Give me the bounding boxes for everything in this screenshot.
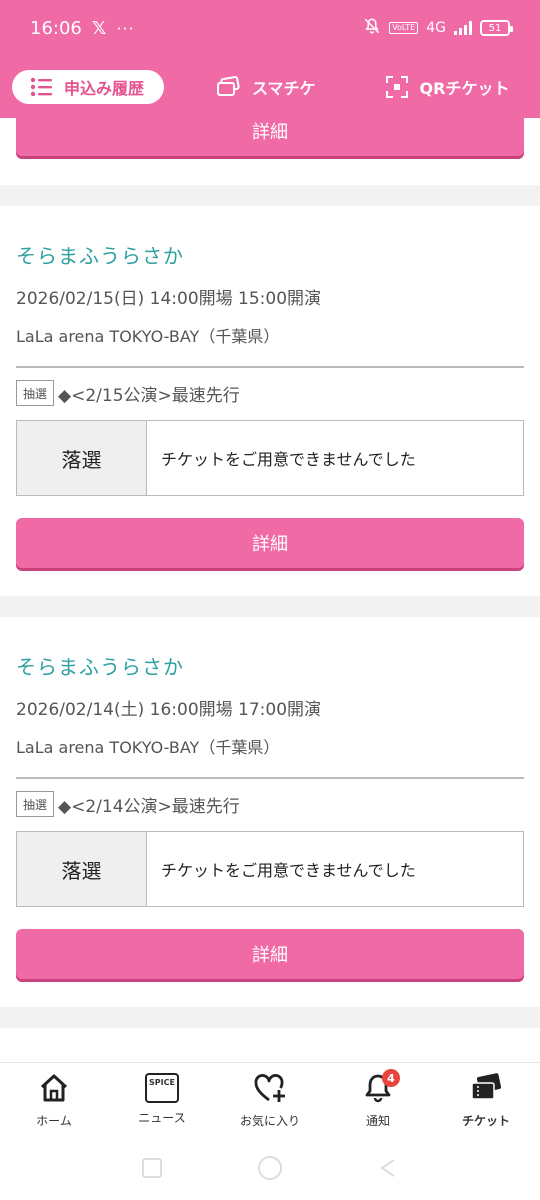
status-time: 16:06 [30,17,82,39]
lottery-name: ◆<2/14公演>最速先行 [58,796,240,817]
tab-label: 申込み履歴 [64,79,145,98]
detail-button[interactable]: 詳細 [16,929,524,979]
nav-tickets[interactable]: チケット [432,1063,540,1144]
lottery-row: 抽選 ◆<2/15公演>最速先行 [16,380,240,406]
nav-label: ホーム [36,1114,72,1128]
battery-level: 51 [488,22,502,34]
more-notifications-icon: ··· [116,18,135,38]
event-venue: LaLa arena TOKYO-BAY（千葉県） [16,738,280,757]
result-message: チケットをご用意できませんでした [161,861,416,880]
nav-label: チケット [461,1114,510,1128]
tab-qr-ticket[interactable]: QRチケット [385,70,510,104]
result-box: 落選 チケットをご用意できませんでした [16,831,524,907]
event-datetime: 2026/02/15(日) 14:00開場 15:00開演 [16,289,322,309]
application-card-partial [0,1028,540,1062]
list-icon [30,77,52,97]
volte-icon: VoLTE [389,22,419,34]
home-system-icon[interactable] [258,1156,282,1180]
recent-apps-icon[interactable] [142,1158,162,1178]
tickets-icon [469,1073,503,1106]
ticket-stack-icon [216,76,240,98]
tab-label: QRチケット [419,79,510,98]
event-venue: LaLa arena TOKYO-BAY（千葉県） [16,327,280,346]
signal-icon [454,21,472,35]
tab-smart-ticket[interactable]: スマチケ [216,70,316,104]
divider [16,366,524,368]
bottom-nav: ホーム SPICE ニュース お気に入り 4 通知 チケット [0,1062,540,1144]
artist-name: そらまふうらさか [16,655,184,679]
tab-label: スマチケ [252,79,316,98]
divider [16,777,524,779]
status-bar: 16:06 𝕏 ··· VoLTE 4G 51 [0,0,540,56]
heart-plus-icon [253,1073,287,1106]
qr-scan-icon [385,76,408,98]
x-logo-icon: 𝕏 [91,17,107,39]
nav-favorites[interactable]: お気に入り [216,1063,324,1144]
result-status: 落選 [17,421,147,495]
application-list: 詳細 そらまふうらさか 2026/02/15(日) 14:00開場 15:00開… [0,118,540,1062]
artist-name: そらまふうらさか [16,244,184,268]
nav-home[interactable]: ホーム [0,1063,108,1144]
nav-label: お気に入り [239,1114,300,1128]
application-card: そらまふうらさか 2026/02/14(土) 16:00開場 17:00開演 L… [0,617,540,1007]
spice-news-icon: SPICE [145,1073,179,1103]
top-tab-bar: 申込み履歴 スマチケ QRチケット [0,56,540,118]
application-card: そらまふうらさか 2026/02/15(日) 14:00開場 15:00開演 L… [0,206,540,596]
nav-news[interactable]: SPICE ニュース [108,1063,216,1144]
lottery-tag: 抽選 [16,380,55,406]
nav-label: 通知 [365,1114,390,1128]
detail-button[interactable]: 詳細 [16,518,524,568]
mute-icon [363,17,381,39]
system-navigation-bar [0,1144,540,1200]
nav-notifications[interactable]: 4 通知 [324,1063,432,1144]
home-icon [38,1073,70,1106]
back-icon[interactable] [378,1158,398,1181]
detail-button[interactable]: 詳細 [16,118,524,156]
result-box: 落選 チケットをご用意できませんでした [16,420,524,496]
notification-badge: 4 [382,1069,400,1087]
nav-label: ニュース [138,1111,186,1125]
lottery-tag: 抽選 [16,791,55,817]
result-message: チケットをご用意できませんでした [161,450,416,469]
network-type: 4G [426,20,446,36]
lottery-row: 抽選 ◆<2/14公演>最速先行 [16,791,240,817]
lottery-name: ◆<2/15公演>最速先行 [58,385,240,406]
application-card-partial: 詳細 [0,118,540,185]
event-datetime: 2026/02/14(土) 16:00開場 17:00開演 [16,700,322,720]
battery-icon: 51 [480,20,513,36]
tab-application-history[interactable]: 申込み履歴 [12,70,165,104]
result-status: 落選 [17,832,147,906]
